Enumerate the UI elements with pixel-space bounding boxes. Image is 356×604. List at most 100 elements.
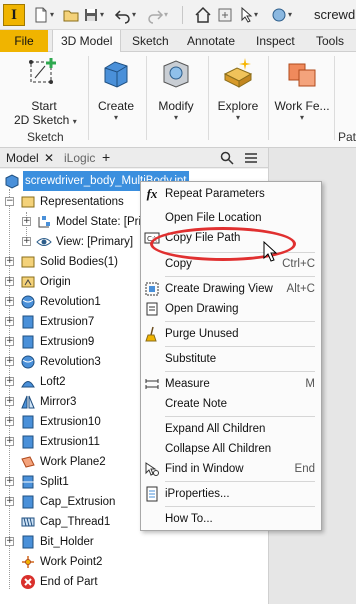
context-menu: fx Repeat Parameters Open File Location …: [140, 181, 322, 531]
tab-3d-model[interactable]: 3D Model: [52, 30, 122, 53]
tree-item-label: Cap_Thread1: [40, 516, 111, 528]
start-label: Start: [31, 99, 57, 113]
expand-icon[interactable]: +: [22, 217, 31, 226]
purge-broom-icon: [145, 326, 157, 342]
tree-item-bit-holder[interactable]: + Bit_Holder: [0, 532, 268, 552]
menu-label: Copy: [165, 258, 192, 270]
create-button[interactable]: Create ▾: [94, 56, 138, 122]
expand-icon[interactable]: +: [5, 417, 14, 426]
update-icon[interactable]: [216, 6, 234, 24]
redo-dropdown-icon[interactable]: ▾: [164, 6, 182, 24]
create-dropdown-icon[interactable]: ▾: [94, 113, 138, 122]
tree-item-label: Extrusion9: [40, 336, 95, 348]
tab-inspect[interactable]: Inspect: [248, 30, 303, 52]
expand-icon[interactable]: +: [5, 297, 14, 306]
tab-tools[interactable]: Tools: [308, 30, 352, 52]
menu-shortcut: M: [305, 378, 315, 390]
new-file-icon[interactable]: [32, 6, 50, 24]
start-2d-sketch-button[interactable]: Start 2D Sketch ▾: [14, 56, 77, 129]
menu-item-open-drawing[interactable]: Open Drawing: [141, 299, 321, 319]
menu-item-iproperties[interactable]: iProperties...: [141, 484, 321, 504]
split-icon: [22, 475, 34, 489]
search-icon[interactable]: [220, 151, 234, 165]
close-tab-icon[interactable]: ✕: [44, 151, 54, 165]
work-features-button[interactable]: Work Fe... ▾: [272, 56, 332, 122]
tree-item-label: Cap_Extrusion: [40, 496, 116, 508]
menu-item-expand-all-children[interactable]: Expand All Children: [141, 419, 321, 439]
expand-icon[interactable]: +: [5, 257, 14, 266]
add-tab-button[interactable]: +: [102, 149, 110, 165]
modify-dropdown-icon[interactable]: ▾: [153, 113, 199, 122]
redo-icon[interactable]: [146, 6, 164, 24]
menu-label: How To...: [165, 513, 213, 525]
material-icon[interactable]: [270, 6, 288, 24]
menu-item-measure[interactable]: Measure M: [141, 374, 321, 394]
work-features-dropdown-icon[interactable]: ▾: [272, 113, 332, 122]
menu-item-find-in-window[interactable]: Find in Window End: [141, 459, 321, 479]
app-logo[interactable]: I: [3, 4, 25, 26]
menu-label: Open File Location: [165, 212, 262, 224]
explore-button[interactable]: Explore ▾: [213, 56, 263, 122]
menu-item-create-drawing-view[interactable]: Create Drawing View Alt+C: [141, 279, 321, 299]
expand-icon[interactable]: +: [5, 377, 14, 386]
home-icon[interactable]: [194, 6, 212, 24]
tab-ilogic[interactable]: iLogic: [64, 151, 95, 165]
menu-label: Create Note: [165, 398, 228, 410]
menu-item-copy[interactable]: Copy Ctrl+C: [141, 254, 321, 274]
tab-annotate[interactable]: Annotate: [179, 30, 243, 52]
tree-item-label: Work Point2: [40, 556, 103, 568]
expand-icon[interactable]: +: [5, 477, 14, 486]
expand-icon[interactable]: +: [22, 237, 31, 246]
menu-item-copy-file-path[interactable]: C:\ Copy File Path: [141, 228, 321, 248]
tree-item-label: Work Plane2: [40, 456, 106, 468]
explore-dropdown-icon[interactable]: ▾: [213, 113, 263, 122]
create-label: Create: [97, 99, 135, 113]
tab-file[interactable]: File: [0, 30, 48, 52]
menu-item-create-note[interactable]: Create Note: [141, 394, 321, 414]
tree-item-label: Extrusion11: [40, 436, 100, 448]
tree-item-end-of-part[interactable]: End of Part: [0, 572, 268, 592]
window-title: screwdr: [314, 7, 356, 22]
collapse-icon[interactable]: −: [5, 197, 14, 206]
expand-icon[interactable]: +: [5, 337, 14, 346]
modify-button[interactable]: Modify ▾: [153, 56, 199, 122]
expand-icon[interactable]: +: [5, 317, 14, 326]
tree-item-label: Revolution3: [40, 356, 101, 368]
expand-icon[interactable]: +: [5, 537, 14, 546]
material-dropdown-icon[interactable]: ▾: [288, 6, 306, 24]
tree-item-label: Revolution1: [40, 296, 101, 308]
menu-label: Find in Window: [165, 463, 244, 475]
expand-icon[interactable]: +: [5, 357, 14, 366]
menu-item-repeat-parameters[interactable]: fx Repeat Parameters: [141, 184, 321, 204]
work-features-icon: [288, 63, 316, 87]
menu-item-purge-unused[interactable]: Purge Unused: [141, 324, 321, 344]
open-drawing-icon: [146, 302, 158, 316]
tree-item-label: Mirror3: [40, 396, 77, 408]
menu-icon[interactable]: [244, 151, 258, 165]
save-icon[interactable]: [82, 6, 100, 24]
menu-item-how-to[interactable]: How To...: [141, 509, 321, 529]
origin-icon: [21, 276, 35, 288]
expand-icon[interactable]: +: [5, 397, 14, 406]
menu-label: Copy File Path: [165, 232, 241, 244]
menu-shortcut: Ctrl+C: [282, 258, 315, 270]
solid-bodies-icon: [21, 256, 35, 268]
ribbon-panel: Start 2D Sketch ▾ Sketch Create ▾ Modify …: [0, 52, 356, 148]
extrusion-icon: [22, 435, 34, 449]
undo-icon[interactable]: [114, 6, 132, 24]
extrusion-icon: [22, 495, 34, 509]
menu-item-collapse-all-children[interactable]: Collapse All Children: [141, 439, 321, 459]
expand-icon[interactable]: +: [5, 437, 14, 446]
menu-item-substitute[interactable]: Substitute: [141, 349, 321, 369]
start-sketch-dropdown-icon[interactable]: ▾: [73, 117, 77, 126]
eye-icon: [36, 238, 52, 246]
menu-item-open-file-location[interactable]: Open File Location: [141, 208, 321, 228]
open-folder-icon[interactable]: [62, 6, 80, 24]
tab-sketch[interactable]: Sketch: [124, 30, 177, 52]
tree-item-work-point2[interactable]: Work Point2: [0, 552, 268, 572]
expand-icon[interactable]: +: [5, 497, 14, 506]
tree-item-label: Bit_Holder: [40, 536, 94, 548]
tab-model[interactable]: Model: [6, 151, 39, 165]
explore-icon: [223, 58, 253, 88]
expand-icon[interactable]: +: [5, 277, 14, 286]
